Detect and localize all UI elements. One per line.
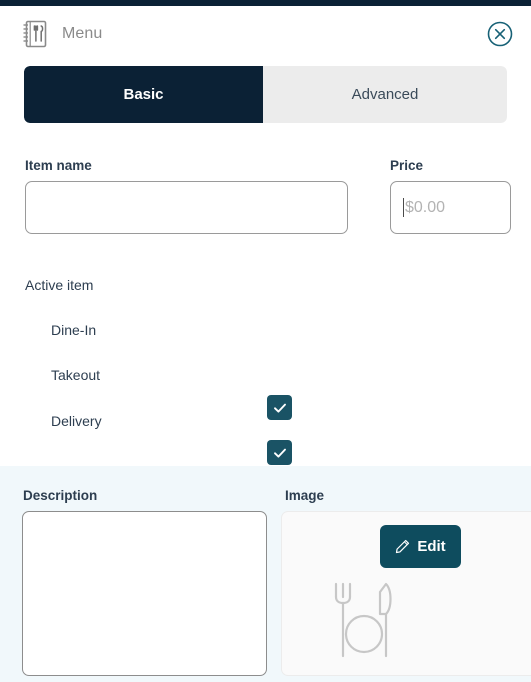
price-input[interactable]: $0.00 [390, 181, 511, 234]
tab-basic[interactable]: Basic [24, 66, 263, 123]
menu-book-icon [22, 20, 48, 48]
basic-form-panel: Item name Price $0.00 Active item Dine-I… [0, 123, 531, 556]
checkbox-row-delivery[interactable]: Delivery [51, 409, 102, 433]
checkbox-active-item[interactable] [267, 395, 292, 420]
price-placeholder: $0.00 [405, 198, 446, 216]
price-label: Price [390, 158, 424, 173]
tab-advanced[interactable]: Advanced [263, 66, 507, 123]
tab-bar: Basic Advanced [24, 66, 507, 123]
checkbox-dine-in[interactable] [267, 440, 292, 465]
media-panel: Description Image Edit [0, 466, 531, 682]
tab-basic-label: Basic [123, 86, 164, 103]
checkbox-row-takeout[interactable]: Takeout [51, 363, 100, 387]
checkbox-label-dine-in: Dine-In [51, 322, 97, 338]
page-title: Menu [62, 24, 103, 42]
checkbox-label-active-item: Active item [25, 277, 94, 293]
image-label: Image [285, 488, 325, 503]
fork-plate-knife-icon [330, 580, 398, 660]
tab-advanced-label: Advanced [351, 86, 419, 103]
description-label: Description [23, 488, 98, 503]
edit-image-button[interactable]: Edit [380, 525, 461, 568]
edit-image-label: Edit [417, 538, 446, 555]
pencil-icon [395, 539, 410, 554]
close-icon[interactable] [487, 21, 513, 47]
item-name-label: Item name [25, 158, 92, 173]
price-group: Price $0.00 [390, 158, 511, 234]
image-placeholder[interactable]: Edit [281, 511, 531, 676]
text-cursor [403, 198, 404, 217]
item-name-group: Item name [25, 158, 348, 234]
checkbox-label-takeout: Takeout [51, 367, 101, 383]
dialog-header: Menu [0, 6, 531, 61]
description-textarea[interactable] [22, 511, 267, 676]
checkbox-row-active-item[interactable]: Active item [25, 273, 93, 297]
checkbox-row-dine-in[interactable]: Dine-In [51, 318, 96, 342]
checkbox-label-delivery: Delivery [51, 413, 102, 429]
item-name-input[interactable] [25, 181, 348, 234]
